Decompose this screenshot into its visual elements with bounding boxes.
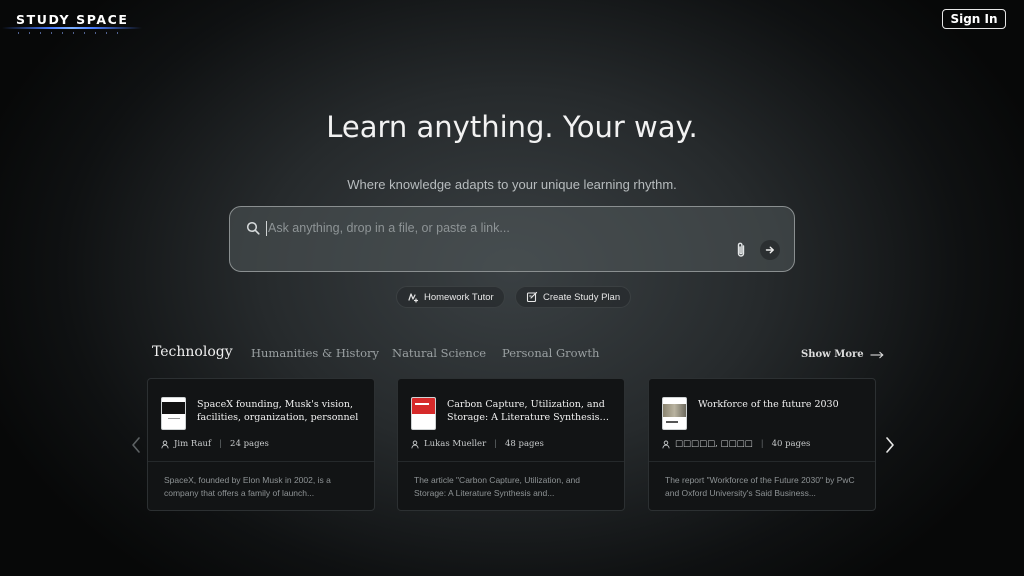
document-card[interactable]: Carbon Capture, Utilization, and Storage…	[397, 378, 625, 511]
text-caret	[266, 221, 267, 236]
submit-button[interactable]	[760, 240, 780, 260]
document-thumbnail	[161, 397, 186, 430]
document-thumbnail	[662, 397, 687, 430]
card-author: □□□□□, □□□□	[675, 439, 753, 449]
tab-natural-science[interactable]: Natural Science	[392, 346, 486, 360]
show-more-link[interactable]: Show More	[801, 349, 884, 360]
meta-separator: |	[219, 439, 223, 449]
card-description: The report "Workforce of the Future 2030…	[665, 475, 855, 498]
logo-dots	[18, 32, 128, 34]
homework-tutor-chip[interactable]: Homework Tutor	[396, 286, 505, 308]
hero-subtitle: Where knowledge adapts to your unique le…	[347, 177, 677, 192]
tab-humanities-history[interactable]: Humanities & History	[251, 346, 379, 360]
card-pages: 24 pages	[230, 439, 269, 449]
logo-text: STUDY SPACE	[16, 12, 129, 27]
search-input[interactable]	[268, 218, 698, 238]
create-study-plan-label: Create Study Plan	[543, 291, 621, 303]
homework-icon	[408, 293, 419, 303]
hero-title: Learn anything. Your way.	[326, 110, 698, 144]
card-title: Workforce of the future 2030	[698, 399, 839, 410]
search-icon	[246, 221, 260, 235]
homework-tutor-label: Homework Tutor	[424, 291, 494, 303]
study-plan-icon	[526, 291, 538, 303]
tab-personal-growth[interactable]: Personal Growth	[502, 346, 599, 360]
show-more-label: Show More	[801, 349, 864, 360]
paperclip-icon[interactable]	[733, 241, 749, 259]
carousel-next-button[interactable]	[883, 436, 897, 454]
card-pages: 48 pages	[505, 439, 544, 449]
card-title: SpaceX founding, Musk's vision, faciliti…	[197, 399, 359, 423]
card-meta: □□□□□, □□□□ | 40 pages	[662, 439, 810, 449]
search-box[interactable]	[229, 206, 795, 272]
logo-underline	[2, 27, 142, 29]
author-icon	[662, 440, 670, 448]
card-author: Jim Rauf	[174, 439, 212, 449]
document-card[interactable]: SpaceX founding, Musk's vision, faciliti…	[147, 378, 375, 511]
card-divider	[148, 461, 374, 462]
author-icon	[411, 440, 419, 448]
meta-separator: |	[760, 439, 764, 449]
card-description: SpaceX, founded by Elon Musk in 2002, is…	[164, 475, 331, 498]
card-description: The article "Carbon Capture, Utilization…	[414, 475, 581, 498]
carousel-prev-button[interactable]	[129, 436, 143, 454]
tab-technology[interactable]: Technology	[152, 344, 233, 360]
long-arrow-right-icon	[870, 351, 884, 358]
meta-separator: |	[494, 439, 498, 449]
document-thumbnail	[411, 397, 436, 430]
card-divider	[649, 461, 875, 462]
card-author: Lukas Mueller	[424, 439, 487, 449]
author-icon	[161, 440, 169, 448]
card-divider	[398, 461, 624, 462]
card-meta: Jim Rauf | 24 pages	[161, 439, 269, 449]
arrow-right-icon	[765, 246, 774, 254]
card-title: Carbon Capture, Utilization, and Storage…	[447, 399, 605, 423]
sign-in-button[interactable]: Sign In	[942, 9, 1006, 29]
card-meta: Lukas Mueller | 48 pages	[411, 439, 544, 449]
card-pages: 40 pages	[771, 439, 811, 449]
document-card[interactable]: Workforce of the future 2030 □□□□□, □□□□…	[648, 378, 876, 511]
create-study-plan-chip[interactable]: Create Study Plan	[515, 286, 632, 308]
logo[interactable]: STUDY SPACE	[2, 12, 146, 40]
